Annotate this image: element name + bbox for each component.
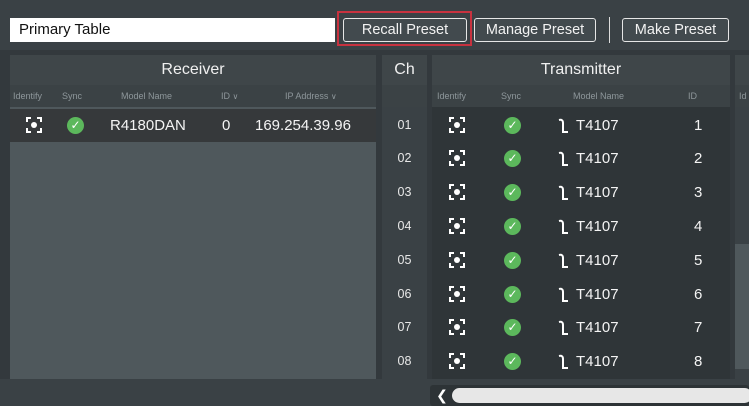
chevron-down-icon: ∨ [232,92,239,101]
sync-check-icon: ✓ [504,353,521,370]
col-id[interactable]: ID [688,91,697,101]
transmitter-row[interactable]: ✓ T4107 6 [432,278,730,311]
channel-number: 07 [397,320,412,334]
col-id-partial[interactable]: Id [739,91,747,101]
transmitter-row[interactable]: ✓ T4107 3 [432,176,730,209]
channel-subheader [382,85,427,107]
identify-icon[interactable] [449,286,465,302]
sync-check-icon: ✓ [504,286,521,303]
receiver-ip: 169.254.39.96 [255,117,351,134]
headset-mic-icon [558,185,568,200]
transmitter-id: 6 [694,286,703,303]
channel-number: 06 [397,287,412,301]
sync-check-icon: ✓ [504,252,521,269]
col-ip-address[interactable]: IP Address ∨ [285,91,337,101]
receiver-list [10,107,376,379]
headset-mic-icon [558,354,568,369]
recall-preset-button[interactable]: Recall Preset [343,18,467,42]
channel-number: 03 [397,185,412,199]
headset-mic-icon [558,219,568,234]
transmitter-id: 5 [694,252,703,269]
preset-name-field[interactable]: Primary Table [10,18,335,42]
channel-number: 04 [397,219,412,233]
extra-column-header [735,55,749,85]
col-sync[interactable]: Sync [62,91,82,101]
sync-check-icon: ✓ [504,184,521,201]
transmitter-id: 4 [694,218,703,235]
headset-mic-icon [558,320,568,335]
identify-icon[interactable] [449,150,465,166]
manage-preset-button[interactable]: Manage Preset [474,18,596,42]
col-id[interactable]: ID ∨ [221,91,238,101]
col-sync[interactable]: Sync [501,91,521,101]
scrollbar-thumb[interactable] [452,388,749,403]
transmitter-row[interactable]: ✓ T4107 2 [432,142,730,175]
transmitter-row[interactable]: ✓ T4107 4 [432,210,730,243]
identify-icon[interactable] [449,184,465,200]
col-model-name[interactable]: Model Name [121,91,172,101]
receiver-id: 0 [222,117,231,134]
sync-check-icon: ✓ [504,117,521,134]
transmitter-row[interactable]: ✓ T4107 7 [432,311,730,344]
transmitter-header: Transmitter [432,55,730,85]
col-id-label: ID [221,91,230,101]
channel-number: 08 [397,354,412,368]
transmitter-row[interactable]: ✓ T4107 5 [432,244,730,277]
identify-icon[interactable] [449,252,465,268]
sync-check-icon: ✓ [504,218,521,235]
col-ip-label: IP Address [285,91,329,101]
transmitter-id: 3 [694,184,703,201]
transmitter-column-headers: Identify Sync Model Name ID [432,85,730,107]
transmitter-model: T4107 [576,117,619,134]
transmitter-id: 1 [694,117,703,134]
channel-number: 01 [397,118,412,132]
extra-column-subheader: Id [735,85,749,107]
sync-check-icon: ✓ [504,150,521,167]
identify-icon[interactable] [26,117,42,133]
chevron-down-icon: ∨ [330,92,337,101]
transmitter-row[interactable]: ✓ T4107 1 [432,109,730,142]
sync-check-icon: ✓ [67,117,84,134]
headset-mic-icon [558,118,568,133]
make-preset-button[interactable]: Make Preset [622,18,729,42]
toolbar-separator [609,17,610,43]
extra-column-block [735,244,749,369]
transmitter-model: T4107 [576,218,619,235]
transmitter-model: T4107 [576,286,619,303]
receiver-header: Receiver [10,55,376,85]
transmitter-model: T4107 [576,252,619,269]
transmitter-model: T4107 [576,150,619,167]
col-identify[interactable]: Identify [437,91,466,101]
receiver-row[interactable]: ✓ R4180DAN 0 169.254.39.96 [10,109,376,142]
identify-icon[interactable] [449,353,465,369]
transmitter-model: T4107 [576,353,619,370]
col-model-name[interactable]: Model Name [573,91,624,101]
col-identify[interactable]: Identify [13,91,42,101]
identify-icon[interactable] [449,218,465,234]
transmitter-model: T4107 [576,319,619,336]
transmitter-id: 2 [694,150,703,167]
scroll-left-icon[interactable]: ❮ [433,386,451,405]
identify-icon[interactable] [449,319,465,335]
receiver-column-headers: Identify Sync Model Name ID ∨ IP Address… [10,85,376,107]
channel-number: 05 [397,253,412,267]
headset-mic-icon [558,253,568,268]
channel-number: 02 [397,151,412,165]
transmitter-id: 8 [694,353,703,370]
sync-check-icon: ✓ [504,319,521,336]
transmitter-row[interactable]: ✓ T4107 8 [432,345,730,378]
headset-mic-icon [558,287,568,302]
headset-mic-icon [558,151,568,166]
transmitter-id: 7 [694,319,703,336]
transmitter-model: T4107 [576,184,619,201]
identify-icon[interactable] [449,117,465,133]
channel-header: Ch [382,55,427,85]
receiver-model: R4180DAN [110,117,186,134]
